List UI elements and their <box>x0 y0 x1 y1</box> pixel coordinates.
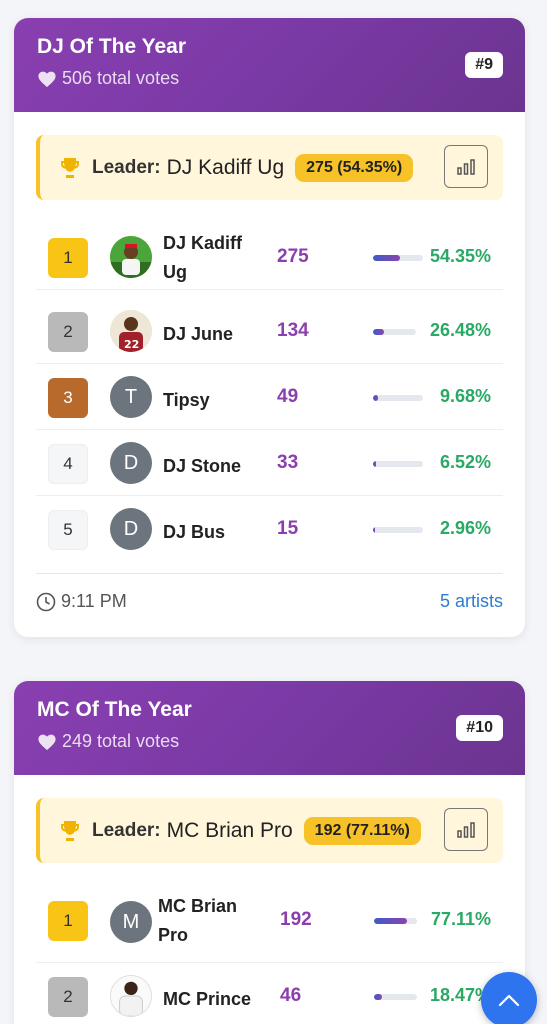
vote-count: 49 <box>277 386 299 407</box>
leaderboard-row[interactable]: 3 T Tipsy 49 9.68% <box>36 364 503 430</box>
rank-number: 2 <box>48 977 88 1017</box>
vote-count: 46 <box>280 985 302 1006</box>
vote-progress-fill <box>373 527 375 533</box>
artist-photo: 22 <box>110 310 152 352</box>
vote-count: 15 <box>277 518 299 539</box>
category-card: DJ Of The Year 506 total votes #9 Leader… <box>14 18 525 637</box>
card-header: DJ Of The Year 506 total votes #9 <box>14 18 525 112</box>
bar-chart-icon <box>457 158 475 175</box>
artist-name: Tipsy <box>163 390 210 410</box>
vote-progress-fill <box>374 994 382 1000</box>
vote-progress-fill <box>373 255 401 261</box>
avatar-initial: M <box>110 901 152 943</box>
vote-percent: 2.96% <box>439 518 491 538</box>
vote-percent: 9.68% <box>439 386 491 406</box>
vote-count: 33 <box>277 452 299 473</box>
vote-progress-fill <box>373 461 377 467</box>
clock-icon <box>36 592 56 611</box>
rank-number: 1 <box>48 238 88 278</box>
svg-text:22: 22 <box>124 338 139 351</box>
vote-count: 192 <box>280 909 312 930</box>
vote-progress-bar <box>373 461 423 467</box>
avatar-initial: D <box>110 508 152 550</box>
rank-number: 1 <box>48 901 88 941</box>
trophy-icon <box>61 157 79 178</box>
artist-name: DJ June <box>163 324 234 344</box>
card-footer: 9:11 PM 5 artists <box>36 573 503 637</box>
artist-name: MC Brian Pro <box>158 896 238 945</box>
heart-icon <box>38 734 56 750</box>
vote-percent: 54.35% <box>429 246 491 266</box>
artist-name: MC Prince <box>163 989 252 1009</box>
avatar <box>110 975 152 1017</box>
avatar <box>110 236 152 278</box>
bar-chart-icon <box>457 821 475 838</box>
scroll-to-top-button[interactable] <box>481 972 537 1024</box>
heart-icon <box>38 71 56 87</box>
trophy-icon <box>61 820 79 841</box>
total-votes-text: 506 total votes <box>62 68 180 88</box>
leader-stat-badge: 192 (77.11%) <box>303 816 421 845</box>
leaderboard-row[interactable]: 5 D DJ Bus 15 2.96% <box>36 496 503 562</box>
vote-progress-fill <box>374 918 408 924</box>
artists-count-link[interactable]: 5 artists <box>440 591 503 612</box>
vote-progress-bar <box>374 918 417 924</box>
leader-name: DJ Kadiff Ug <box>166 155 285 179</box>
vote-progress-bar <box>374 994 417 1000</box>
leader-name: MC Brian Pro <box>166 818 293 842</box>
vote-count: 275 <box>277 246 309 267</box>
leaderboard-row[interactable]: 2 22 DJ June 134 26.48% <box>36 298 503 364</box>
artist-name: DJ Stone <box>163 456 242 476</box>
total-votes: 249 total votes <box>37 731 179 752</box>
rank-number: 5 <box>48 510 88 550</box>
artist-name: DJ Kadiff Ug <box>163 233 243 282</box>
category-rank-badge: #10 <box>456 715 503 741</box>
total-votes: 506 total votes <box>37 68 179 89</box>
artist-photo <box>111 976 151 1016</box>
rank-number: 2 <box>48 312 88 352</box>
rank-number: 3 <box>48 378 88 418</box>
category-rank-badge: #9 <box>465 52 503 78</box>
vote-progress-bar <box>373 395 423 401</box>
avatar-initial: D <box>110 442 152 484</box>
vote-count: 134 <box>277 320 309 341</box>
rank-number: 4 <box>48 444 88 484</box>
avatar: 22 <box>110 310 152 352</box>
category-title: MC Of The Year <box>37 698 192 721</box>
leader-label: Leader: <box>92 156 161 178</box>
vote-progress-fill <box>373 395 378 401</box>
leader-banner: Leader: DJ Kadiff Ug 275 (54.35%) <box>36 135 503 200</box>
artist-name: DJ Bus <box>163 522 226 542</box>
leaderboard-row[interactable]: 4 D DJ Stone 33 6.52% <box>36 430 503 496</box>
vote-percent: 26.48% <box>429 320 491 340</box>
artist-photo <box>110 236 152 278</box>
leader-banner: Leader: MC Brian Pro 192 (77.11%) <box>36 798 503 863</box>
leaderboard-row[interactable]: 2 MC Prince 46 18.47% <box>36 963 503 1024</box>
view-chart-button[interactable] <box>444 145 488 188</box>
chevron-up-icon <box>498 994 520 1007</box>
total-votes-text: 249 total votes <box>62 731 180 751</box>
vote-percent: 77.11% <box>430 909 491 929</box>
category-title: DJ Of The Year <box>37 35 187 58</box>
last-updated-time: 9:11 PM <box>61 591 127 611</box>
vote-progress-bar <box>373 255 423 261</box>
leader-label: Leader: <box>92 819 161 841</box>
vote-progress-bar <box>373 329 416 335</box>
last-updated: 9:11 PM <box>36 591 127 612</box>
category-card: MC Of The Year 249 total votes #10 Leade… <box>14 681 525 1024</box>
leaderboard-row[interactable]: 1 M MC Brian Pro 192 77.11% <box>36 887 503 963</box>
vote-percent: 6.52% <box>439 452 491 472</box>
card-header: MC Of The Year 249 total votes #10 <box>14 681 525 775</box>
view-chart-button[interactable] <box>444 808 488 851</box>
leader-stat-badge: 275 (54.35%) <box>295 153 414 182</box>
leaderboard-row[interactable]: 1 DJ Kadiff Ug 275 54.35% <box>36 224 503 290</box>
vote-progress-bar <box>373 527 423 533</box>
avatar-initial: T <box>110 376 152 418</box>
vote-progress-fill <box>373 329 385 335</box>
